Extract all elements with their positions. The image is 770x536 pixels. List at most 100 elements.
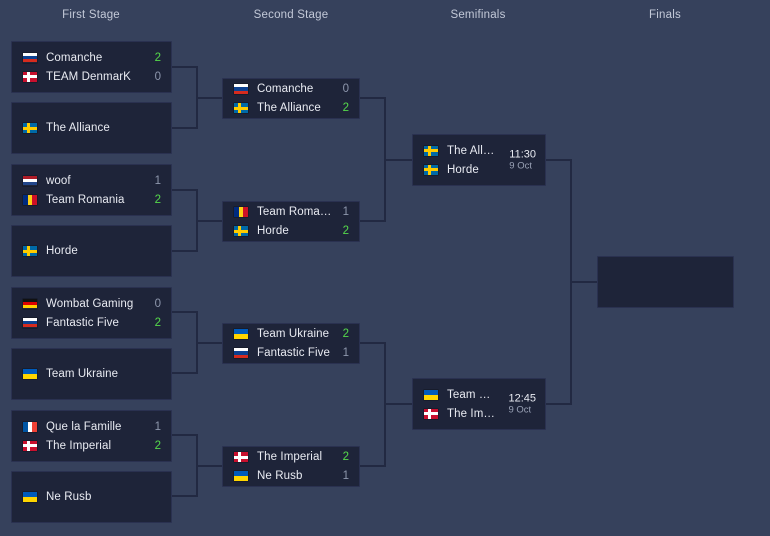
match-time: 11:30 (509, 148, 536, 161)
match-card[interactable]: Wombat Gaming 0 Fantastic Five 2 (11, 287, 172, 339)
flag-germany-icon (23, 298, 37, 309)
match-card[interactable]: The Alliance (11, 102, 172, 154)
match-date: 9 Oct (509, 160, 532, 172)
team-score: 0 (342, 83, 349, 95)
team-row: Team Romania 2 (12, 190, 171, 209)
team-score: 2 (154, 439, 161, 452)
team-score: 2 (342, 328, 349, 340)
flag-sweden-icon (23, 246, 37, 256)
flag-russia-icon (23, 317, 37, 328)
match-card[interactable]: Horde (11, 225, 172, 277)
team-row: The Imperial 2 (223, 448, 359, 467)
team-row: The Imperial 2 (12, 436, 171, 455)
flag-denmark-icon (23, 440, 37, 451)
team-name: Ne Rusb (257, 470, 303, 482)
team-row: Wombat Gaming 0 (12, 294, 171, 313)
team-score: 1 (154, 174, 161, 187)
match-card[interactable]: Comanche 2 TEAM DenmarK 0 (11, 41, 172, 93)
team-name: TEAM DenmarK (46, 70, 131, 83)
team-name: Comanche (257, 83, 314, 95)
flag-denmark-icon (23, 71, 37, 82)
team-row: Comanche 2 (12, 48, 171, 67)
column-header-semifinals: Semifinals (450, 9, 506, 21)
flag-sweden-icon (234, 226, 248, 236)
team-name: The Imperial (447, 407, 497, 420)
column-header-first-stage: First Stage (62, 9, 120, 21)
flag-ukraine-icon (234, 329, 248, 339)
column-header-second-stage: Second Stage (253, 9, 329, 21)
flag-sweden-icon (424, 145, 438, 156)
flag-sweden-icon (234, 103, 248, 113)
team-score: 0 (154, 297, 161, 310)
match-card[interactable]: Team Ukraine (11, 348, 172, 400)
flag-russia-icon (23, 52, 37, 63)
team-row: Team Ukraine (12, 365, 171, 384)
flag-denmark-icon (424, 408, 438, 419)
team-score: 1 (342, 347, 349, 359)
match-time: 12:45 (508, 392, 536, 405)
match-card[interactable]: Ne Rusb (11, 471, 172, 523)
team-row: The Alliance (12, 119, 171, 138)
team-name: Wombat Gaming (46, 297, 134, 310)
team-row: Fantastic Five 2 (12, 313, 171, 332)
column-header-finals: Finals (649, 9, 681, 21)
match-card[interactable]: The Alliance Horde 11:30 9 Oct (412, 134, 546, 186)
team-name: Comanche (46, 51, 103, 64)
team-score: 0 (154, 70, 161, 83)
team-score: 2 (342, 102, 349, 114)
team-name: Team Romania (46, 193, 125, 206)
team-score: 2 (154, 316, 161, 329)
flag-france-icon (23, 421, 37, 432)
tournament-bracket: First Stage Second Stage Semifinals Fina… (0, 0, 770, 536)
match-card-finals[interactable] (597, 256, 734, 308)
team-score: 2 (342, 225, 349, 237)
team-name: Fantastic Five (257, 347, 330, 359)
team-row: woof 1 (12, 171, 171, 190)
team-row: Que la Famille 1 (12, 417, 171, 436)
flag-romania-icon (234, 207, 248, 217)
team-score: 1 (342, 206, 349, 218)
flag-ukraine-icon (23, 369, 37, 379)
team-name: The Imperial (257, 451, 323, 463)
flag-sweden-icon (23, 123, 37, 133)
match-schedule: 12:45 9 Oct (508, 393, 536, 416)
match-card[interactable]: Team Romania 1 Horde 2 (222, 201, 360, 242)
match-card[interactable]: Que la Famille 1 The Imperial 2 (11, 410, 172, 462)
team-score: 2 (154, 51, 161, 64)
team-score: 1 (342, 470, 349, 482)
team-row: The Alliance 2 (223, 99, 359, 118)
team-row: Fantastic Five 1 (223, 344, 359, 363)
team-name: Horde (46, 245, 78, 257)
match-card[interactable]: Team Ukraine 2 Fantastic Five 1 (222, 323, 360, 364)
team-name: Horde (447, 163, 479, 176)
team-name: Fantastic Five (46, 316, 119, 329)
flag-sweden-icon (424, 164, 438, 175)
match-card[interactable]: Comanche 0 The Alliance 2 (222, 78, 360, 119)
team-row: Ne Rusb (12, 488, 171, 507)
team-name: Horde (257, 225, 289, 237)
team-row: Ne Rusb 1 (223, 467, 359, 486)
team-row: Team Ukraine 2 (223, 325, 359, 344)
team-row: Horde 2 (223, 222, 359, 241)
match-date: 9 Oct (508, 404, 532, 416)
flag-netherlands-icon (23, 175, 37, 186)
match-card[interactable]: woof 1 Team Romania 2 (11, 164, 172, 216)
team-name: Team Romania (257, 206, 333, 218)
team-score: 2 (342, 451, 349, 463)
match-schedule: 11:30 9 Oct (509, 149, 536, 172)
team-row: Horde (12, 242, 171, 261)
flag-russia-icon (234, 84, 248, 94)
team-score: 2 (154, 193, 161, 206)
team-name: The Imperial (46, 439, 112, 452)
team-name: The Alliance (46, 122, 110, 134)
team-row: Comanche 0 (223, 80, 359, 99)
flag-romania-icon (23, 194, 37, 205)
team-name: Team Ukra... (447, 388, 497, 401)
flag-ukraine-icon (234, 471, 248, 481)
flag-ukraine-icon (23, 492, 37, 502)
match-card[interactable]: The Imperial 2 Ne Rusb 1 (222, 446, 360, 487)
team-name: woof (46, 174, 71, 187)
team-name: Team Ukraine (257, 328, 330, 340)
team-name: The Alliance (257, 102, 321, 114)
match-card[interactable]: Team Ukra... The Imperial 12:45 9 Oct (412, 378, 546, 430)
